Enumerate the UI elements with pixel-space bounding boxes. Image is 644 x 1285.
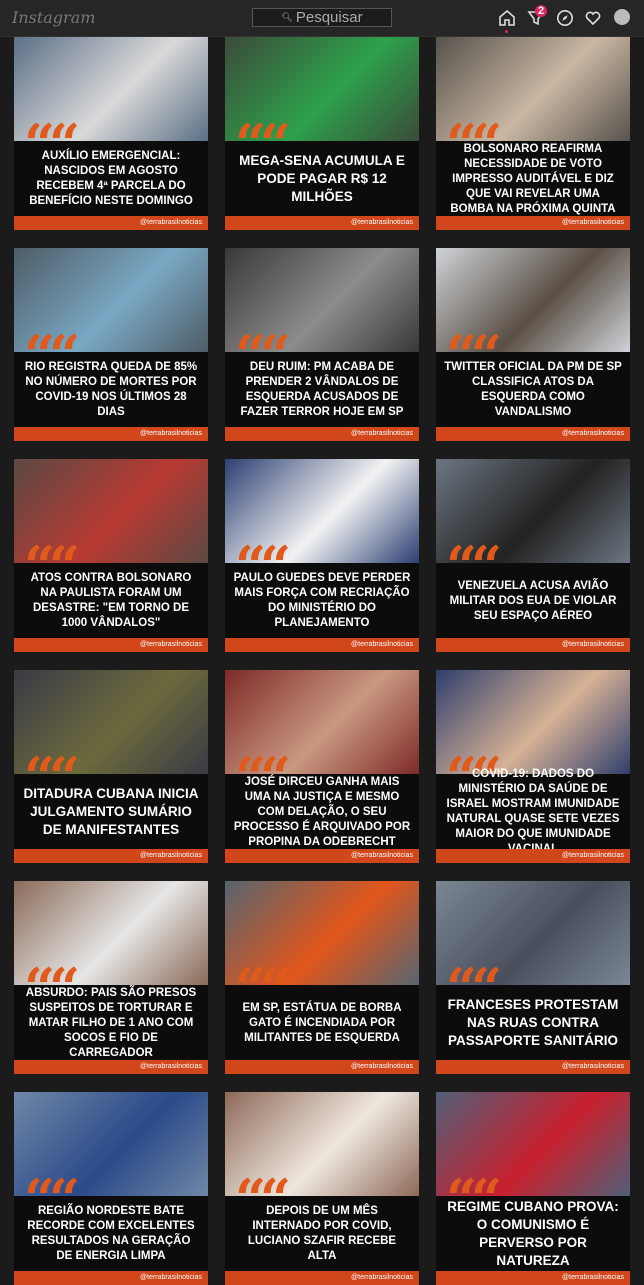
- post-tile[interactable]: ““ DEPOIS DE UM MÊS INTERNADO POR COVID, …: [225, 1092, 419, 1285]
- search-icon: 🔍︎: [281, 12, 293, 22]
- post-headline: JOSÉ DIRCEU GANHA MAIS UMA NA JUSTIÇA E …: [233, 775, 411, 848]
- post-headline: ATOS CONTRA BOLSONARO NA PAULISTA FORAM …: [30, 572, 192, 629]
- post-handle-footer: @terrabrasilnoticias: [14, 1271, 208, 1285]
- notification-badge: 2: [535, 5, 548, 17]
- post-headline: RIO REGISTRA QUEDA DE 85% NO NÚMERO DE M…: [24, 361, 198, 418]
- search-placeholder: Pesquisar: [295, 9, 363, 26]
- heart-icon[interactable]: [583, 8, 603, 28]
- post-tile[interactable]: ““ MEGA-SENA ACUMULA E PODE PAGAR R$ 12 M…: [225, 37, 419, 230]
- post-handle-footer: @terrabrasilnoticias: [436, 216, 630, 230]
- top-navigation-bar: Instagram 🔍︎ Pesquisar 2: [0, 0, 644, 37]
- post-handle-footer: @terrabrasilnoticias: [436, 1060, 630, 1074]
- post-tile[interactable]: ““ TWITTER OFICIAL DA PM DE SP CLASSIFICA…: [436, 248, 630, 441]
- explore-compass-icon[interactable]: [555, 8, 575, 28]
- post-handle-footer: @terrabrasilnoticias: [14, 216, 208, 230]
- post-handle-footer: @terrabrasilnoticias: [225, 849, 419, 863]
- post-headline: REGIÃO NORDESTE BATE RECORDE COM EXCELEN…: [27, 1205, 195, 1262]
- post-headline: PAULO GUEDES DEVE PERDER MAIS FORÇA COM …: [233, 572, 411, 629]
- post-handle-footer: @terrabrasilnoticias: [14, 427, 208, 441]
- post-tile[interactable]: ““ REGIÃO NORDESTE BATE RECORDE COM EXCEL…: [14, 1092, 208, 1285]
- post-tile[interactable]: ““ REGIME CUBANO PROVA: O COMUNISMO É PER…: [436, 1092, 630, 1285]
- post-tile[interactable]: ““ JOSÉ DIRCEU GANHA MAIS UMA NA JUSTIÇA …: [225, 670, 419, 863]
- post-tile[interactable]: ““ DEU RUIM: PM ACABA DE PRENDER 2 VÂNDAL…: [225, 248, 419, 441]
- post-tile[interactable]: ““ EM SP, ESTÁTUA DE BORBA GATO É INCENDI…: [225, 881, 419, 1074]
- post-tile[interactable]: ““ BOLSONARO REAFIRMA NECESSIDADE DE VOTO…: [436, 37, 630, 230]
- post-headline: FRANCESES PROTESTAM NAS RUAS CONTRA PASS…: [447, 997, 619, 1048]
- post-headline: COVID-19: DADOS DO MINISTÉRIO DA SAÚDE D…: [446, 768, 620, 855]
- post-tile[interactable]: ““ DITADURA CUBANA INICIA JULGAMENTO SUMÁ…: [14, 670, 208, 863]
- post-headline: AUXÍLIO EMERGENCIAL: NASCIDOS EM AGOSTO …: [29, 150, 193, 207]
- post-handle-footer: @terrabrasilnoticias: [14, 638, 208, 652]
- post-handle-footer: @terrabrasilnoticias: [14, 1060, 208, 1074]
- home-icon[interactable]: [497, 8, 517, 28]
- post-handle-footer: @terrabrasilnoticias: [225, 638, 419, 652]
- profile-avatar[interactable]: [614, 9, 630, 25]
- post-tile[interactable]: ““ VENEZUELA ACUSA AVIÃO MILITAR DOS EUA …: [436, 459, 630, 652]
- post-headline: VENEZUELA ACUSA AVIÃO MILITAR DOS EUA DE…: [449, 579, 617, 622]
- post-headline: BOLSONARO REAFIRMA NECESSIDADE DE VOTO I…: [450, 142, 616, 215]
- post-handle-footer: @terrabrasilnoticias: [225, 1271, 419, 1285]
- search-input[interactable]: 🔍︎ Pesquisar: [252, 8, 392, 27]
- post-handle-footer: @terrabrasilnoticias: [436, 638, 630, 652]
- post-handle-footer: @terrabrasilnoticias: [436, 1271, 630, 1285]
- post-headline: TWITTER OFICIAL DA PM DE SP CLASSIFICA A…: [444, 361, 622, 418]
- post-handle-footer: @terrabrasilnoticias: [225, 1060, 419, 1074]
- post-headline: REGIME CUBANO PROVA: O COMUNISMO É PERVE…: [447, 1199, 619, 1268]
- instagram-logo[interactable]: Instagram: [12, 8, 95, 27]
- post-headline: MEGA-SENA ACUMULA E PODE PAGAR R$ 12 MIL…: [239, 153, 405, 204]
- post-handle-footer: @terrabrasilnoticias: [436, 849, 630, 863]
- post-tile[interactable]: ““ FRANCESES PROTESTAM NAS RUAS CONTRA PA…: [436, 881, 630, 1074]
- post-handle-footer: @terrabrasilnoticias: [14, 849, 208, 863]
- post-headline: DITADURA CUBANA INICIA JULGAMENTO SUMÁRI…: [23, 786, 199, 837]
- post-handle-footer: @terrabrasilnoticias: [225, 427, 419, 441]
- post-tile[interactable]: ““ PAULO GUEDES DEVE PERDER MAIS FORÇA CO…: [225, 459, 419, 652]
- post-handle-footer: @terrabrasilnoticias: [225, 216, 419, 230]
- post-headline: ABSURDO: PAIS SÃO PRESOS SUSPEITOS DE TO…: [25, 986, 197, 1059]
- post-tile[interactable]: ““ ATOS CONTRA BOLSONARO NA PAULISTA FORA…: [14, 459, 208, 652]
- post-tile[interactable]: ““ RIO REGISTRA QUEDA DE 85% NO NÚMERO DE…: [14, 248, 208, 441]
- home-active-indicator: [505, 30, 508, 33]
- post-handle-footer: @terrabrasilnoticias: [436, 427, 630, 441]
- post-tile[interactable]: ““ COVID-19: DADOS DO MINISTÉRIO DA SAÚDE…: [436, 670, 630, 863]
- post-tile[interactable]: ““ ABSURDO: PAIS SÃO PRESOS SUSPEITOS DE …: [14, 881, 208, 1074]
- post-headline: DEPOIS DE UM MÊS INTERNADO POR COVID, LU…: [247, 1205, 397, 1262]
- post-grid: ““ AUXÍLIO EMERGENCIAL: NASCIDOS EM AGOST…: [14, 37, 630, 1285]
- post-headline: EM SP, ESTÁTUA DE BORBA GATO É INCENDIAD…: [242, 1001, 402, 1044]
- post-tile[interactable]: ““ AUXÍLIO EMERGENCIAL: NASCIDOS EM AGOST…: [14, 37, 208, 230]
- post-headline: DEU RUIM: PM ACABA DE PRENDER 2 VÂNDALOS…: [240, 361, 404, 418]
